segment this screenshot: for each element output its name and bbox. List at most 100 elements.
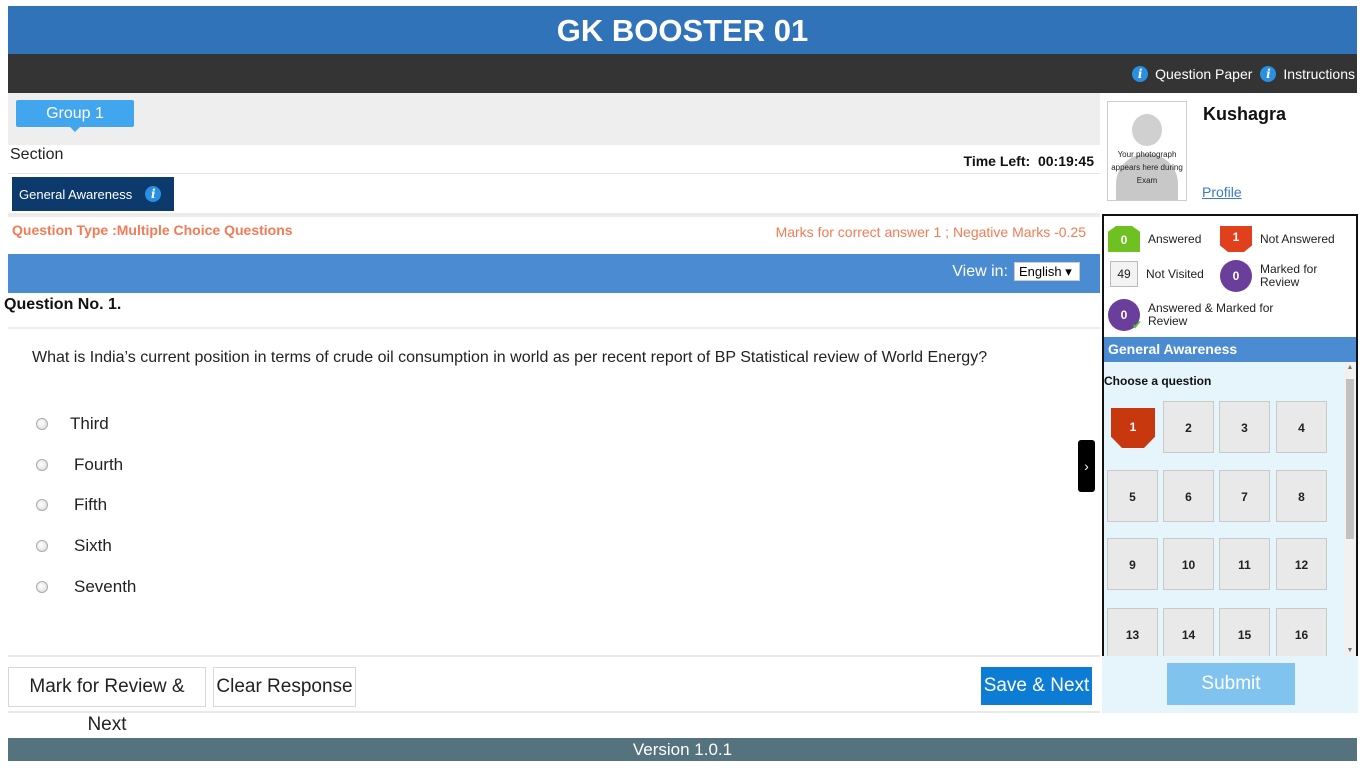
legend-not-answered: 1 Not Answered (1220, 226, 1335, 252)
legend-label: Not Visited (1146, 266, 1204, 281)
clear-response-button[interactable]: Clear Response (213, 667, 356, 707)
section-tab-general-awareness[interactable]: General Awareness i (12, 177, 174, 211)
question-button-6[interactable]: 6 (1163, 470, 1214, 522)
section-tab-label: General Awareness (19, 186, 133, 202)
time-left-value: 00:19:45 (1037, 153, 1094, 169)
candidate-photo: Your photograph appears here during Exam (1107, 101, 1187, 201)
question-button-12[interactable]: 12 (1276, 538, 1327, 590)
legend-not-visited: 49 Not Visited (1110, 261, 1204, 287)
question-button-1[interactable]: 1 (1107, 400, 1158, 452)
question-button-3[interactable]: 3 (1219, 401, 1270, 453)
info-icon[interactable]: i (145, 186, 162, 202)
submit-area: Submit (1102, 656, 1358, 713)
time-left: Time Left: 00:19:45 (964, 153, 1094, 169)
answered-marked-count: 0 (1120, 308, 1128, 322)
radio-button[interactable] (36, 581, 48, 593)
submit-button[interactable]: Submit (1167, 663, 1295, 705)
divider (8, 327, 1100, 329)
legend-label: Answered (1148, 231, 1202, 246)
option-label: Sixth (74, 536, 112, 555)
question-button-15[interactable]: 15 (1219, 608, 1270, 656)
radio-button[interactable] (36, 540, 48, 552)
check-icon: ✔ (1131, 318, 1142, 332)
chevron-right-icon[interactable]: › (1078, 440, 1095, 492)
not-answered-badge: 1 (1220, 226, 1252, 252)
question-type-strip: Question Type :Multiple Choice Questions… (8, 213, 1100, 254)
top-nav-bar: i Question Paper i Instructions (8, 54, 1357, 93)
radio-button[interactable] (36, 418, 48, 430)
question-button-5[interactable]: 5 (1107, 470, 1158, 522)
question-button-10[interactable]: 10 (1163, 538, 1214, 590)
question-type: Question Type :Multiple Choice Questions (12, 222, 293, 238)
question-button-13[interactable]: 13 (1107, 608, 1158, 656)
save-next-button[interactable]: Save & Next (981, 667, 1092, 705)
exam-title: GK BOOSTER 01 (8, 6, 1357, 54)
legend-marked: 0 Marked for Review (1220, 260, 1354, 292)
photo-placeholder-text: Your photograph appears here during Exam (1111, 150, 1183, 185)
marked-badge: 0 (1220, 260, 1252, 292)
marks-info: Marks for correct answer 1 ; Negative Ma… (775, 224, 1086, 240)
language-select[interactable]: English ▾ (1014, 262, 1080, 281)
choose-question-label: Choose a question (1104, 374, 1212, 388)
section-row: General Awareness i (8, 173, 1100, 213)
question-paper-label: Question Paper (1155, 65, 1253, 82)
legend-label: Not Answered (1260, 231, 1335, 246)
answered-badge: 0 (1108, 226, 1140, 252)
avatar-head (1132, 114, 1162, 146)
radio-button[interactable] (36, 459, 48, 471)
question-button-7[interactable]: 7 (1219, 470, 1270, 522)
question-button-4[interactable]: 4 (1276, 401, 1327, 453)
status-legend: 0 Answered 1 Not Answered 49 Not Visited… (1104, 216, 1356, 338)
legend-answered-marked: 0 ✔ Answered & Marked for Review (1108, 299, 1298, 331)
option-3[interactable]: Fifth (36, 495, 107, 515)
option-label: Fifth (74, 495, 108, 514)
option-5[interactable]: Seventh (36, 577, 136, 597)
group-tab[interactable]: Group 1 (16, 100, 134, 132)
not-visited-badge: 49 (1110, 261, 1138, 287)
option-label: Third (70, 414, 109, 433)
info-icon: i (1260, 65, 1277, 82)
scrollbar-thumb[interactable] (1346, 379, 1354, 539)
question-palette-panel: 0 Answered 1 Not Answered 49 Not Visited… (1102, 214, 1358, 656)
profile-link[interactable]: Profile (1202, 184, 1242, 200)
question-button-2[interactable]: 2 (1163, 401, 1214, 453)
info-icon: i (1132, 65, 1149, 82)
time-left-label: Time Left: (963, 153, 1031, 169)
question-number: Question No. 1. (4, 296, 122, 313)
view-in-label: View in: (952, 262, 1008, 280)
question-paper-link[interactable]: i Question Paper (1132, 65, 1253, 82)
question-button-16[interactable]: 16 (1276, 608, 1327, 656)
question-button-label: 1 (1111, 408, 1155, 448)
question-button-9[interactable]: 9 (1107, 538, 1158, 590)
action-bar: Mark for Review & Next Clear Response Sa… (8, 655, 1100, 735)
question-button-11[interactable]: 11 (1219, 538, 1270, 590)
scroll-up-icon[interactable]: ▲ (1344, 364, 1356, 371)
option-2[interactable]: Fourth (36, 455, 123, 475)
question-palette: Choose a question 1 2 3 4 5 6 7 8 9 10 1… (1104, 362, 1356, 656)
radio-button[interactable] (36, 499, 48, 511)
palette-section-title: General Awareness (1104, 337, 1356, 362)
section-label: Section (10, 146, 64, 163)
question-text: What is India’s current position in term… (32, 349, 988, 366)
option-label: Fourth (74, 455, 124, 474)
exam-window: GK BOOSTER 01 i Question Paper i Instruc… (0, 0, 1366, 768)
option-1[interactable]: Third (36, 414, 109, 434)
legend-answered: 0 Answered (1108, 226, 1201, 252)
legend-label: Marked for Review (1260, 262, 1318, 289)
instructions-link[interactable]: i Instructions (1260, 65, 1355, 82)
view-in: View in: English ▾ (952, 262, 1080, 281)
palette-scrollbar[interactable]: ▲ ▼ (1344, 362, 1356, 656)
version-footer: Version 1.0.1 (8, 738, 1357, 761)
candidate-name: Kushagra (1203, 104, 1287, 124)
answered-marked-badge: 0 ✔ (1108, 299, 1142, 332)
view-in-bar: View in: English ▾ (8, 254, 1100, 293)
group-strip: Group 1 (8, 93, 1100, 145)
option-4[interactable]: Sixth (36, 536, 112, 556)
question-button-8[interactable]: 8 (1276, 470, 1327, 522)
question-button-14[interactable]: 14 (1163, 608, 1214, 656)
instructions-label: Instructions (1283, 65, 1355, 82)
scroll-down-icon[interactable]: ▼ (1344, 647, 1356, 654)
candidate-profile: Your photograph appears here during Exam… (1103, 93, 1357, 214)
legend-label: Answered & Marked for Review (1148, 301, 1274, 328)
mark-review-next-button[interactable]: Mark for Review & Next (8, 667, 206, 735)
